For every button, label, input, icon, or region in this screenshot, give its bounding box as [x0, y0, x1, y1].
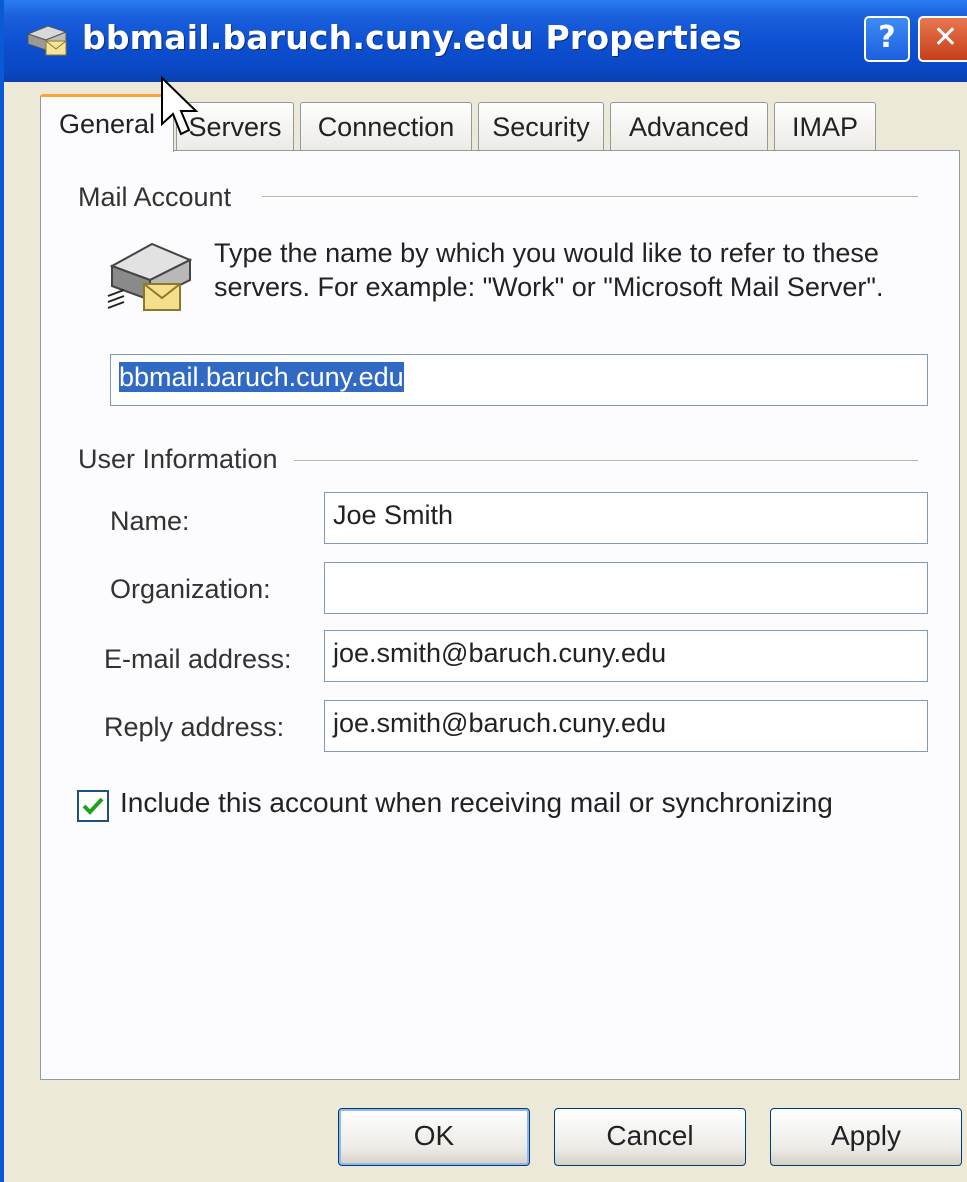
tab-connection[interactable]: Connection: [300, 102, 472, 150]
close-button[interactable]: ✕: [918, 16, 967, 62]
window-title: bbmail.baruch.cuny.edu Properties: [82, 18, 742, 57]
account-name-value: bbmail.baruch.cuny.edu: [119, 362, 404, 392]
reply-address-label: Reply address:: [104, 712, 285, 742]
checkmark-icon: [82, 797, 104, 815]
cancel-button[interactable]: Cancel: [554, 1108, 746, 1166]
include-account-checkbox[interactable]: [77, 790, 109, 822]
organization-label: Organization:: [110, 574, 271, 604]
mail-account-group-label: Mail Account: [78, 182, 232, 212]
tab-security[interactable]: Security: [478, 102, 604, 150]
include-account-label[interactable]: Include this account when receiving mail…: [120, 787, 833, 819]
apply-button[interactable]: Apply: [770, 1108, 962, 1166]
user-information-group-label: User Information: [78, 444, 278, 474]
name-field[interactable]: Joe Smith: [324, 492, 928, 544]
email-field[interactable]: joe.smith@baruch.cuny.edu: [324, 630, 928, 682]
reply-address-field[interactable]: joe.smith@baruch.cuny.edu: [324, 700, 928, 752]
tab-general[interactable]: General: [40, 94, 174, 152]
mouse-cursor-icon: [161, 76, 199, 136]
name-label: Name:: [110, 506, 190, 536]
organization-field[interactable]: [324, 562, 928, 614]
email-label: E-mail address:: [104, 644, 292, 674]
mail-account-divider: [262, 196, 918, 197]
tab-imap[interactable]: IMAP: [774, 102, 876, 150]
mail-account-description: Type the name by which you would like to…: [214, 238, 884, 302]
user-information-divider: [294, 460, 918, 461]
title-bar[interactable]: bbmail.baruch.cuny.edu Properties ? ✕: [4, 0, 967, 82]
properties-dialog: bbmail.baruch.cuny.edu Properties ? ✕ Se…: [0, 0, 967, 1182]
mail-server-icon: [26, 25, 68, 56]
account-name-input[interactable]: bbmail.baruch.cuny.edu: [110, 354, 928, 406]
mail-server-icon: [107, 242, 193, 311]
tab-advanced[interactable]: Advanced: [610, 102, 768, 150]
help-button[interactable]: ?: [864, 16, 910, 62]
ok-button[interactable]: OK: [338, 1108, 530, 1166]
